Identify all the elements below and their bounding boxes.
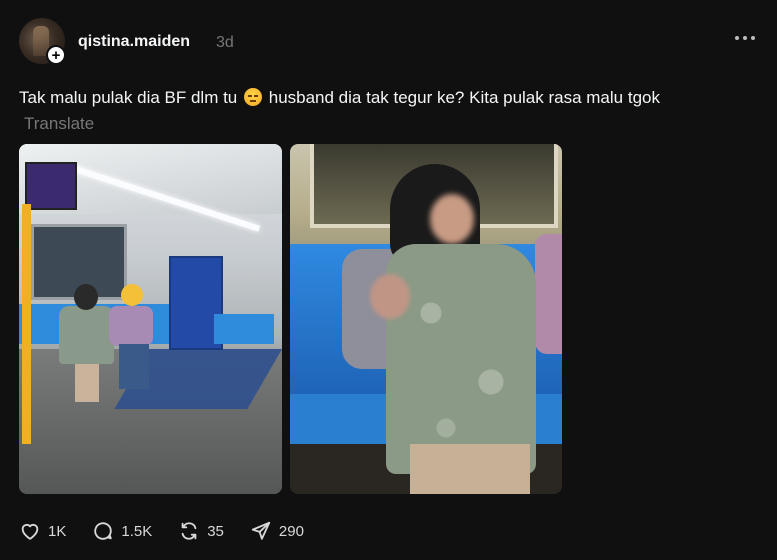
- repost-button[interactable]: 35: [178, 520, 224, 542]
- post-image-1[interactable]: [19, 144, 282, 494]
- repost-icon: [181, 522, 197, 540]
- username[interactable]: qistina.maiden: [78, 33, 190, 51]
- avatar-container[interactable]: +: [19, 18, 66, 65]
- action-bar: 1K 1.5K 35 290: [19, 520, 330, 542]
- post-text: Tak malu pulak dia BF dlm tu husband dia…: [19, 85, 709, 137]
- comment-icon: [94, 522, 113, 540]
- translate-link[interactable]: Translate: [24, 114, 94, 133]
- like-count: 1K: [48, 522, 67, 540]
- nursing-cover: [386, 244, 536, 474]
- share-button[interactable]: 290: [250, 520, 304, 542]
- share-send-icon: [251, 521, 271, 540]
- post-text-part1: Tak malu pulak dia BF dlm tu: [19, 88, 238, 107]
- post-image-2[interactable]: [290, 144, 562, 494]
- post-text-part2: husband dia tak tegur ke? Kita pulak ras…: [268, 88, 660, 107]
- unamused-face-icon: [244, 88, 262, 106]
- reply-button[interactable]: 1.5K: [92, 520, 152, 542]
- follow-plus-icon[interactable]: +: [46, 45, 66, 65]
- man-figure: [107, 284, 157, 394]
- repost-count: 35: [207, 522, 224, 540]
- woman-figure: [59, 284, 114, 404]
- more-options-icon[interactable]: [735, 36, 755, 40]
- thread-post: + qistina.maiden 3d Tak malu pulak dia B…: [0, 0, 777, 560]
- heart-icon: [21, 524, 39, 540]
- like-button[interactable]: 1K: [19, 520, 66, 542]
- post-time: 3d: [216, 34, 234, 51]
- reply-count: 1.5K: [121, 522, 153, 540]
- share-count: 290: [278, 522, 304, 540]
